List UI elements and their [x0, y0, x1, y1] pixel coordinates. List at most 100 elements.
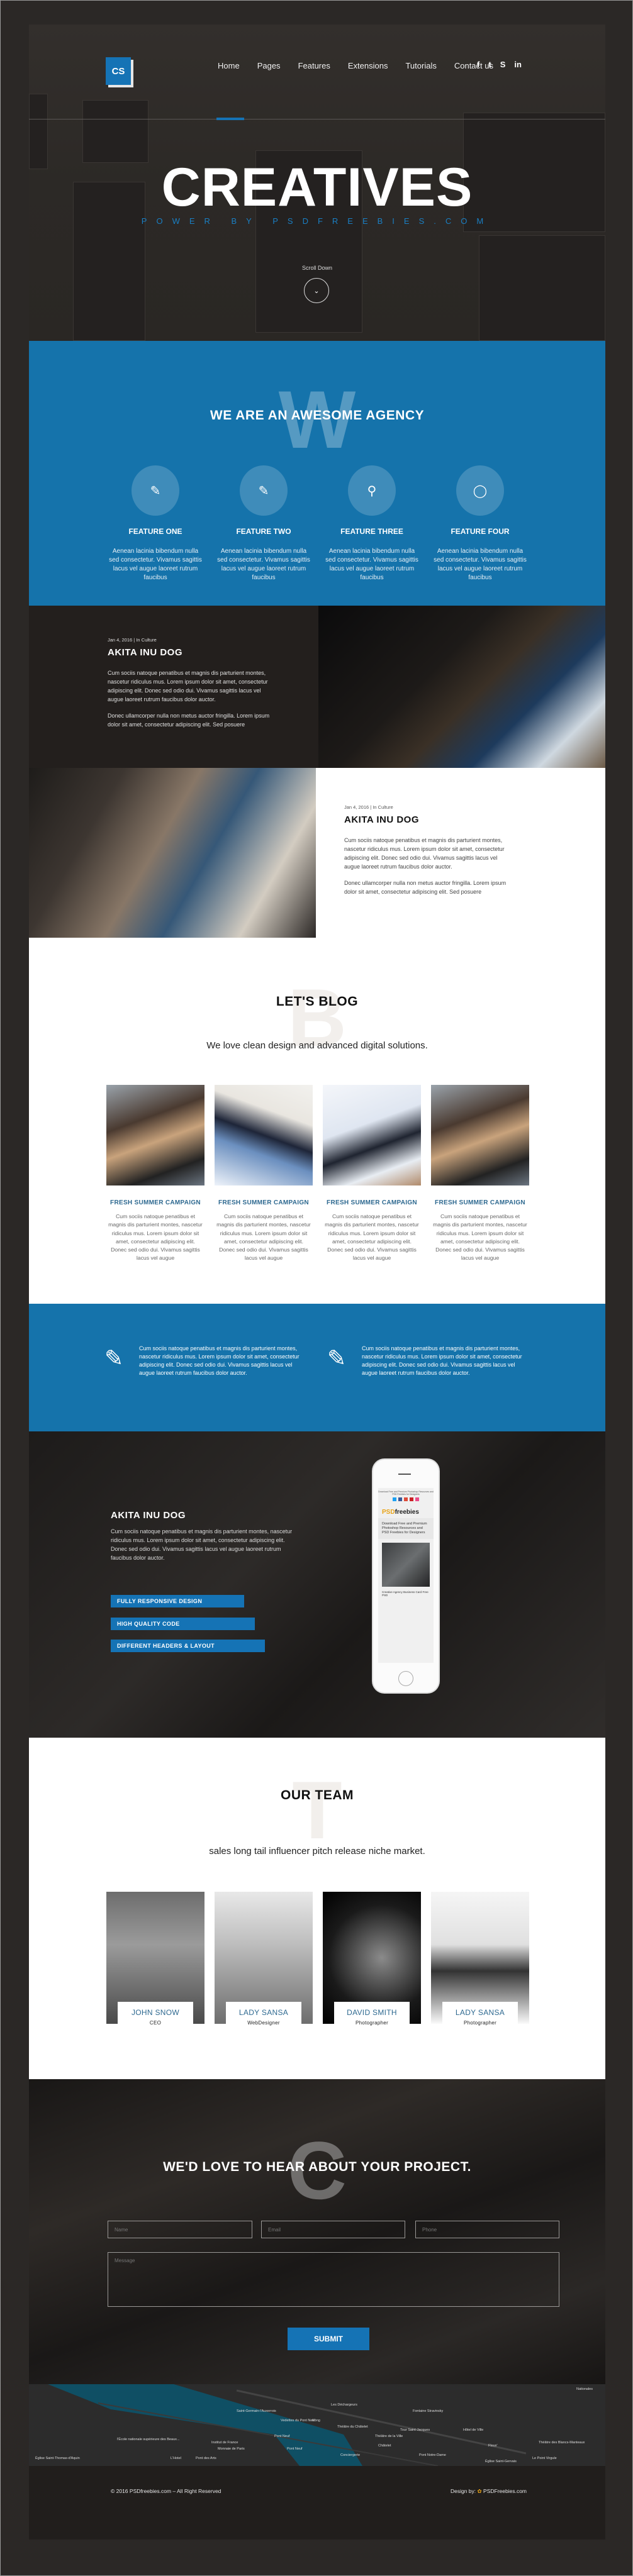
map-label: Église Saint-Gervais	[485, 2460, 517, 2463]
team-subtitle: sales long tail influencer pitch release…	[209, 1846, 425, 1857]
skype-icon[interactable]: S	[500, 60, 506, 69]
twitter-icon[interactable]: t	[488, 60, 491, 69]
feature-list: ✎ FEATURE ONE Aenean lacinia bibendum nu…	[101, 465, 534, 582]
map-label: l'École nationale supérieure des Beaux..…	[117, 2438, 180, 2441]
blog-post[interactable]: FRESH SUMMER CAMPAIGN Cum sociis natoque…	[215, 1085, 313, 1263]
feature-text: Aenean lacinia bibendum nulla sed consec…	[434, 548, 527, 581]
member-name: DAVID SMITH	[347, 2008, 397, 2017]
post-image[interactable]	[431, 1085, 529, 1185]
facebook-icon[interactable]: f	[477, 60, 479, 69]
post-excerpt: Cum sociis natoque penatibus et magnis d…	[108, 1213, 203, 1262]
post-title[interactable]: FRESH SUMMER CAMPAIGN	[431, 1199, 529, 1206]
logo-part-freebies: freebies	[395, 1509, 419, 1516]
name-input[interactable]	[108, 2221, 252, 2238]
post-image[interactable]	[215, 1085, 313, 1185]
feature-title: FEATURE TWO	[236, 527, 291, 536]
article-title[interactable]: AKITA INU DOG	[344, 814, 419, 825]
phone-speaker	[398, 1474, 411, 1475]
scroll-down-button[interactable]: ⌄	[304, 278, 329, 303]
info-band: ✎ Cum sociis natoque penatibus et magnis…	[29, 1304, 605, 1431]
member-card: DAVID SMITH Photographer	[334, 2002, 410, 2026]
phone-screen: Download Free and Premium Photoshop Reso…	[378, 1488, 434, 1663]
design-brand-link[interactable]: PSDFreebies.com	[483, 2488, 527, 2494]
bee-icon: ✿	[477, 2488, 482, 2494]
map-label: Saint-Germain-l'Auxerrois	[237, 2409, 276, 2413]
phone-input[interactable]	[415, 2221, 559, 2238]
member-role: WebDesigner	[247, 2020, 280, 2026]
phone-screen-logo: PSDfreebies	[378, 1501, 434, 1518]
chevron-down-icon: ⌄	[313, 287, 320, 295]
article-paragraph: Donec ullamcorper nulla non metus auctor…	[108, 713, 270, 728]
map-section[interactable]: Saint-Germain-l'Auxerrois Les Déchargeur…	[29, 2384, 605, 2466]
logo-part-psd: PSD	[382, 1509, 395, 1516]
article-title[interactable]: AKITA INU DOG	[108, 647, 182, 658]
blog-post[interactable]: FRESH SUMMER CAMPAIGN Cum sociis natoque…	[323, 1085, 421, 1263]
post-title[interactable]: FRESH SUMMER CAMPAIGN	[106, 1199, 204, 1206]
feature-item: ◯ FEATURE FOUR Aenean lacinia bibendum n…	[426, 465, 534, 582]
feature-tag: FULLY RESPONSIVE DESIGN	[111, 1595, 244, 1607]
email-input[interactable]	[261, 2221, 405, 2238]
map-label: Pont Neuf	[287, 2447, 303, 2451]
member-role: Photographer	[463, 2020, 497, 2026]
nav-features[interactable]: Features	[298, 61, 330, 70]
nav-extensions[interactable]: Extensions	[348, 61, 388, 70]
feature-icon-circle: ✎	[240, 465, 288, 516]
map-label: Pont Neuf	[274, 2434, 290, 2438]
map-label: Châtelet	[378, 2444, 391, 2448]
blog-post[interactable]: FRESH SUMMER CAMPAIGN Cum sociis natoque…	[106, 1085, 204, 1263]
team-member[interactable]: LADY SANSA WebDesigner	[215, 1892, 313, 2026]
feature-title: FEATURE FOUR	[451, 527, 510, 536]
phone-mockup: Download Free and Premium Photoshop Reso…	[373, 1460, 439, 1692]
team-member[interactable]: DAVID SMITH Photographer	[323, 1892, 421, 2026]
main-nav: Home Pages Features Extensions Tutorials…	[218, 61, 511, 70]
blog-title: LET'S BLOG	[276, 994, 359, 1009]
article-meta: Jan 4, 2016 | In Culture	[108, 637, 157, 643]
responsive-section: AKITA INU DOG Cum sociis natoque penatib…	[29, 1431, 605, 1738]
edit-icon: ✎	[150, 484, 161, 498]
nav-pages[interactable]: Pages	[257, 61, 281, 70]
member-name: LADY SANSA	[455, 2008, 505, 2017]
post-title[interactable]: FRESH SUMMER CAMPAIGN	[215, 1199, 313, 1206]
team-member[interactable]: JOHN SNOW CEO	[106, 1892, 204, 2026]
message-textarea[interactable]	[108, 2252, 559, 2307]
edit-icon: ✎	[104, 1345, 124, 1371]
nav-tutorials[interactable]: Tutorials	[405, 61, 436, 70]
map-label: Théâtre des Blancs-Manteaux	[539, 2441, 585, 2445]
nav-home[interactable]: Home	[218, 61, 240, 70]
info-item: ✎ Cum sociis natoque penatibus et magnis…	[327, 1345, 532, 1377]
feature-icon-circle: ⚲	[348, 465, 396, 516]
logo[interactable]: CS	[106, 57, 131, 85]
edit-icon: ✎	[258, 484, 269, 498]
member-role: Photographer	[355, 2020, 389, 2026]
twitter-icon	[393, 1497, 396, 1501]
post-title[interactable]: FRESH SUMMER CAMPAIGN	[323, 1199, 421, 1206]
feature-title: FEATURE THREE	[340, 527, 403, 536]
map-label: Conciergerie	[340, 2453, 361, 2457]
feature-item: ✎ FEATURE TWO Aenean lacinia bibendum nu…	[210, 465, 318, 582]
member-card: JOHN SNOW CEO	[118, 2002, 193, 2026]
hero-bg-camera	[82, 100, 148, 163]
feature-item: ✎ FEATURE ONE Aenean lacinia bibendum nu…	[101, 465, 210, 582]
post-image[interactable]	[323, 1085, 421, 1185]
blog-section: B LET'S BLOG We love clean design and ad…	[29, 938, 605, 1304]
article-meta: Jan 4, 2016 | In Culture	[344, 804, 393, 810]
map-river	[48, 2384, 526, 2466]
info-item: ✎ Cum sociis natoque penatibus et magnis…	[104, 1345, 309, 1377]
feature-tag: DIFFERENT HEADERS & LAYOUT	[111, 1640, 265, 1652]
map-label: Pont des Arts	[196, 2457, 216, 2460]
post-image[interactable]	[106, 1085, 204, 1185]
team-member[interactable]: LADY SANSA Photographer	[431, 1892, 529, 2026]
google-plus-icon	[404, 1497, 408, 1501]
member-card: LADY SANSA WebDesigner	[226, 2002, 301, 2026]
team-title: OUR TEAM	[281, 1788, 354, 1802]
feature-icon-circle: ◯	[456, 465, 504, 516]
blog-post[interactable]: FRESH SUMMER CAMPAIGN Cum sociis natoque…	[431, 1085, 529, 1263]
map-label: Le Point Virgule	[532, 2457, 557, 2460]
map-label: L'Hotel	[171, 2457, 181, 2460]
map-label: Église Saint-Thomas-d'Aquin	[35, 2457, 80, 2460]
map-label: Vedettes du Pont Neuf	[281, 2419, 316, 2423]
map-label: Fleux'	[488, 2444, 498, 2448]
hero-title: CREATIVES	[161, 157, 473, 218]
submit-button[interactable]: SUBMIT	[288, 2328, 369, 2350]
linkedin-icon[interactable]: in	[514, 60, 522, 69]
